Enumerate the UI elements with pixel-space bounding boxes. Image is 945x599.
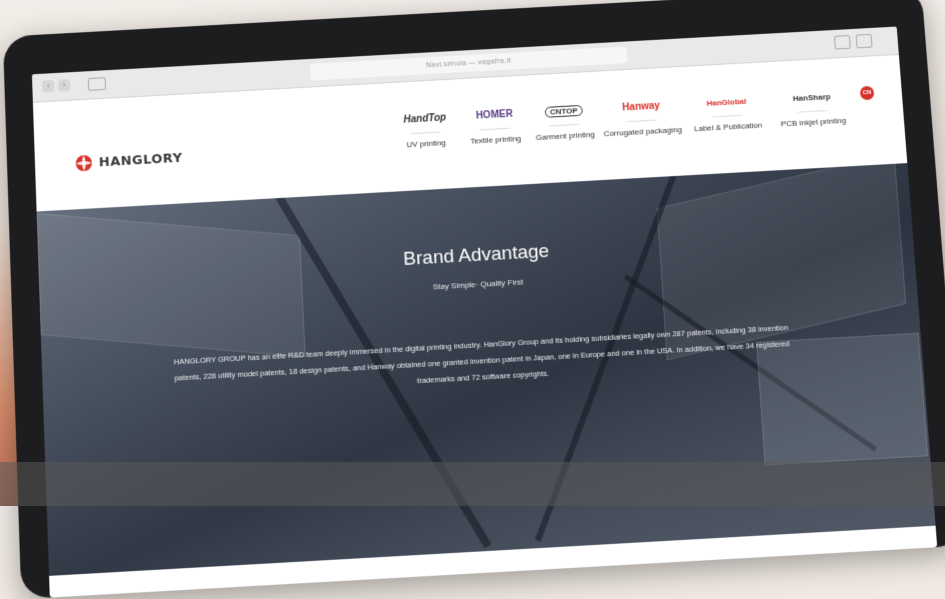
nav-item-label-publication[interactable]: HanGlobal Label & Publication: [685, 92, 769, 134]
sidebar-icon[interactable]: [87, 77, 107, 91]
nav-label: UV printing: [406, 138, 447, 150]
nav-item-uv-printing[interactable]: HandTop UV printing: [392, 109, 460, 150]
nav-label: PCB inkjet printing: [780, 115, 847, 129]
brand-logo-cntop: CNTOP: [531, 101, 598, 122]
brand-logo-handtop: HandTop: [403, 112, 447, 126]
hero-banner: Brand Advantage Stay Simple· Quality Fir…: [36, 163, 936, 576]
chevron-right-icon[interactable]: ›: [57, 79, 71, 92]
chevron-left-icon[interactable]: ‹: [42, 79, 55, 93]
brand-logo-hanway: Hanway: [622, 100, 661, 114]
nav-item-pcb-inkjet-printing[interactable]: HanSharp PCB inkjet printing: [770, 87, 854, 129]
site-logo[interactable]: HANGLORY: [75, 149, 183, 173]
share-icon[interactable]: [833, 35, 851, 50]
nav-label: Garment printing: [535, 129, 596, 143]
divider: [712, 114, 743, 118]
brand-logo-homer: HOMER: [475, 108, 514, 122]
nav-item-garment-printing[interactable]: CNTOP Garment printing: [531, 101, 599, 142]
laptop-frame: ‹ › Navi.simula — vegafra.it HANGLORY Ha…: [2, 0, 945, 599]
overlay-band: [0, 462, 945, 506]
nav-item-corrugated-packaging[interactable]: Hanway Corrugated packaging: [600, 96, 684, 139]
nav-label: Label & Publication: [693, 120, 763, 134]
tabs-icon[interactable]: [855, 33, 873, 49]
nav-item-textile-printing[interactable]: HOMER Textile printing: [461, 105, 529, 146]
nav-label: Textile printing: [470, 133, 522, 146]
divider: [480, 127, 511, 131]
logo-text: HANGLORY: [98, 150, 183, 170]
divider: [627, 119, 657, 123]
brand-logo-hanglobal: HanGlobal: [706, 96, 747, 108]
divider: [410, 131, 441, 135]
nav-label: Corrugated packaging: [603, 125, 683, 139]
laptop-screen: ‹ › Navi.simula — vegafra.it HANGLORY Ha…: [31, 26, 938, 598]
language-switch-button[interactable]: CN: [859, 85, 875, 101]
divider: [549, 123, 580, 127]
divider: [797, 110, 828, 113]
product-nav: HandTop UV printing HOMER Textile printi…: [392, 87, 859, 150]
cntop-logo-text: CNTOP: [544, 104, 583, 118]
hanglory-logo-icon: [76, 155, 93, 172]
brand-logo-hansharp: HanSharp: [792, 92, 831, 104]
